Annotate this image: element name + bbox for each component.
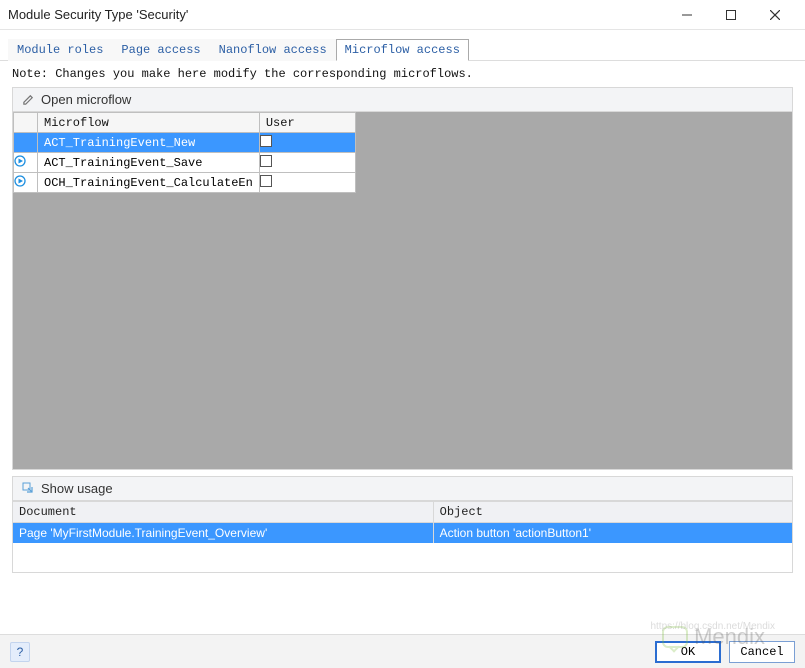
user-checkbox-cell[interactable]: [259, 173, 355, 193]
tab-page-access[interactable]: Page access: [112, 39, 209, 61]
play-icon: [14, 157, 26, 171]
usage-obj-cell: Action button 'actionButton1': [434, 523, 792, 543]
user-checkbox-cell[interactable]: [259, 153, 355, 173]
col-user-header[interactable]: User: [259, 113, 355, 133]
usage-table-header: Document Object: [12, 501, 793, 523]
usage-doc-cell: Page 'MyFirstModule.TrainingEvent_Overvi…: [13, 523, 434, 543]
table-row[interactable]: ACT_TrainingEvent_New: [14, 133, 356, 153]
show-usage-header[interactable]: Show usage: [12, 476, 793, 501]
open-microflow-title: Open microflow: [41, 92, 131, 107]
microflow-name: OCH_TrainingEvent_CalculateEn: [38, 173, 260, 193]
col-microflow-header[interactable]: Microflow: [38, 113, 260, 133]
window-title: Module Security Type 'Security': [8, 7, 665, 22]
checkbox-icon[interactable]: [260, 155, 272, 167]
note-text: Note: Changes you make here modify the c…: [0, 60, 805, 87]
user-checkbox-cell[interactable]: [259, 133, 355, 153]
microflow-name: ACT_TrainingEvent_Save: [38, 153, 260, 173]
col-object-header[interactable]: Object: [434, 502, 792, 522]
table-header-row: Microflow User: [14, 113, 356, 133]
col-document-header[interactable]: Document: [13, 502, 434, 522]
tab-nanoflow-access[interactable]: Nanoflow access: [210, 39, 336, 61]
help-button[interactable]: ?: [10, 642, 30, 662]
ok-button[interactable]: OK: [655, 641, 721, 663]
minimize-button[interactable]: [665, 1, 709, 29]
table-row[interactable]: ACT_TrainingEvent_Save: [14, 153, 356, 173]
table-row[interactable]: OCH_TrainingEvent_CalculateEn: [14, 173, 356, 193]
open-microflow-header[interactable]: Open microflow: [12, 87, 793, 112]
microflow-grid-area: Microflow User ACT_TrainingEvent_New ACT…: [12, 112, 793, 470]
checkbox-icon[interactable]: [260, 175, 272, 187]
tab-microflow-access[interactable]: Microflow access: [336, 39, 469, 61]
titlebar: Module Security Type 'Security': [0, 0, 805, 30]
watermark-url: https://blog.csdn.net/Mendix: [650, 621, 775, 632]
cancel-button[interactable]: Cancel: [729, 641, 795, 663]
maximize-button[interactable]: [709, 1, 753, 29]
checkbox-icon[interactable]: [260, 135, 272, 147]
usage-table-body: Page 'MyFirstModule.TrainingEvent_Overvi…: [12, 523, 793, 573]
col-icon-header[interactable]: [14, 113, 38, 133]
close-button[interactable]: [753, 1, 797, 29]
dialog-footer: ? OK Cancel: [0, 634, 805, 668]
tab-bar: Module roles Page access Nanoflow access…: [0, 30, 805, 60]
row-icon-cell: [14, 133, 38, 153]
play-icon: [14, 177, 26, 191]
usage-row[interactable]: Page 'MyFirstModule.TrainingEvent_Overvi…: [13, 523, 792, 543]
pencil-icon: [21, 93, 35, 107]
microflow-name: ACT_TrainingEvent_New: [38, 133, 260, 153]
show-usage-title: Show usage: [41, 481, 113, 496]
tab-module-roles[interactable]: Module roles: [8, 39, 112, 61]
row-icon-cell: [14, 153, 38, 173]
row-icon-cell: [14, 173, 38, 193]
microflow-table: Microflow User ACT_TrainingEvent_New ACT…: [13, 112, 356, 193]
arrow-icon: [21, 482, 35, 496]
